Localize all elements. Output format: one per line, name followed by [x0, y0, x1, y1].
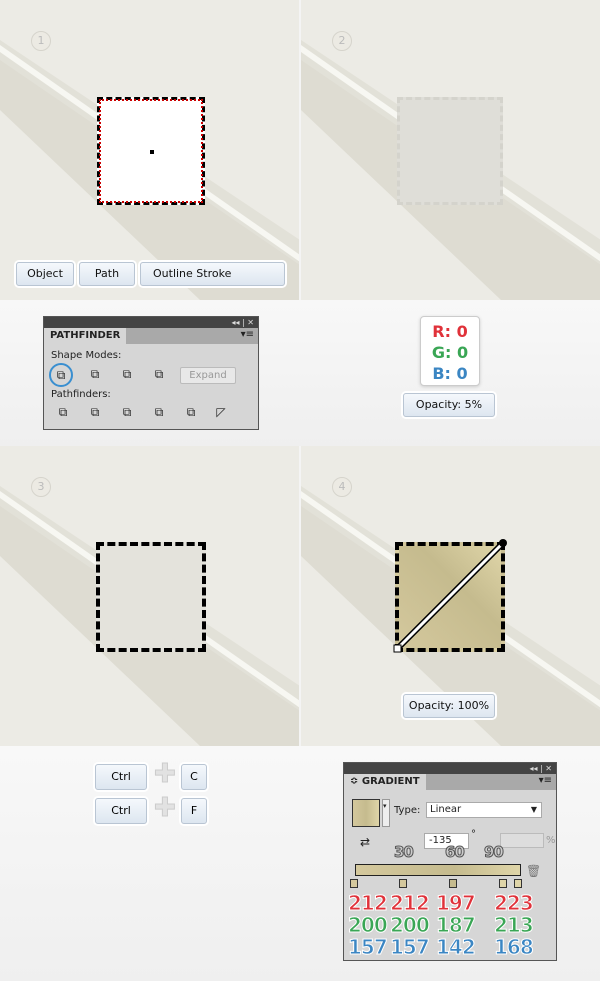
opacity-label: Opacity: 100%	[403, 694, 495, 718]
plus-icon: ✚	[154, 793, 177, 824]
stop-2-red: 212	[390, 891, 431, 916]
midpoint-label: 30	[394, 843, 415, 862]
panel-menu-icon[interactable]: ▾≡	[539, 775, 552, 786]
c-key: C	[181, 764, 207, 790]
outline-icon[interactable]: ⧉	[184, 405, 198, 419]
stop-2-green: 200	[390, 913, 431, 938]
plus-icon: ✚	[154, 759, 177, 790]
color-stop[interactable]	[399, 879, 407, 888]
intersect-icon[interactable]: ⧉	[120, 367, 134, 381]
copied-square[interactable]	[96, 542, 206, 652]
step-number: 3	[31, 477, 51, 497]
color-stop[interactable]	[499, 879, 507, 888]
stop-4-red: 223	[494, 891, 535, 916]
blue-value: B: 0	[432, 364, 468, 383]
step-4-canvas: 4 Opacity: 100%	[301, 446, 600, 746]
stop-1-red: 212	[348, 891, 389, 916]
shape-modes-label: Shape Modes:	[51, 350, 122, 361]
gradient-tab[interactable]: ≎ GRADIENT	[344, 774, 426, 790]
object-menu-button[interactable]: Object	[16, 262, 74, 286]
stop-2-blue: 157	[390, 935, 431, 960]
red-value: R: 0	[432, 322, 468, 341]
swatch-dropdown[interactable]: ▾	[382, 799, 390, 827]
rgb-values-box: R: 0 G: 0 B: 0	[420, 316, 480, 386]
color-stop[interactable]	[514, 879, 522, 888]
path-menu-button[interactable]: Path	[79, 262, 135, 286]
type-select[interactable]: Linear ▼	[426, 802, 542, 818]
crop-icon[interactable]: ⧉	[152, 405, 166, 419]
expand-button[interactable]: Expand	[180, 367, 236, 384]
faded-square	[397, 97, 503, 205]
step-2-canvas: 2	[301, 0, 600, 300]
step-number: 1	[31, 31, 51, 51]
stop-4-green: 213	[494, 913, 535, 938]
stop-4-blue: 168	[494, 935, 535, 960]
stop-3-green: 187	[436, 913, 477, 938]
trim-icon[interactable]: ⧉	[88, 405, 102, 419]
pathfinders-label: Pathfinders:	[51, 389, 111, 400]
gradient-slider[interactable]	[355, 864, 521, 876]
stop-1-blue: 157	[348, 935, 389, 960]
type-value: Linear	[430, 804, 462, 815]
stop-1-green: 200	[348, 913, 389, 938]
pathfinder-panel: ◂◂ | ✕ PATHFINDER ▾≡ Shape Modes: ⧉ ⧉ ⧉ ⧉…	[43, 316, 259, 430]
unite-icon: ⧉	[56, 368, 66, 382]
pathfinder-tab[interactable]: PATHFINDER	[44, 328, 127, 344]
aspect-ratio-input[interactable]	[500, 833, 544, 848]
panel-controls[interactable]: ◂◂ | ✕	[44, 317, 258, 328]
gradient-swatch[interactable]	[352, 799, 380, 827]
merge-icon[interactable]: ⧉	[120, 405, 134, 419]
type-label: Type:	[394, 805, 421, 816]
minus-front-icon[interactable]: ⧉	[88, 367, 102, 381]
unite-button[interactable]: ⧉	[49, 363, 73, 387]
percent-label: %	[546, 835, 556, 846]
step-number: 2	[332, 31, 352, 51]
panel-controls[interactable]: ◂◂ | ✕	[344, 763, 556, 774]
selected-square[interactable]	[97, 97, 205, 205]
opacity-label: Opacity: 5%	[403, 393, 495, 417]
trash-icon[interactable]: 🗑	[526, 864, 541, 878]
chevron-down-icon: ▼	[530, 805, 537, 814]
step-3-canvas: 3	[0, 446, 299, 746]
gradient-panel: ◂◂ | ✕ ≎ GRADIENT ▾≡ ▾ Type: Linear ▼ ⇄ -1…	[343, 762, 557, 961]
degree-symbol: °	[471, 829, 476, 840]
midpoint-label: 60	[445, 843, 466, 862]
exclude-icon[interactable]: ⧉	[152, 367, 166, 381]
reverse-gradient-icon[interactable]: ⇄	[358, 835, 372, 849]
stop-3-red: 197	[436, 891, 477, 916]
minus-back-icon[interactable]: ◸	[214, 405, 228, 419]
ctrl-key: Ctrl	[95, 764, 147, 790]
outline-stroke-menu-button[interactable]: Outline Stroke	[140, 262, 285, 286]
ctrl-key: Ctrl	[95, 798, 147, 824]
divide-icon[interactable]: ⧉	[56, 405, 70, 419]
stop-3-blue: 142	[436, 935, 477, 960]
color-stop[interactable]	[449, 879, 457, 888]
f-key: F	[181, 798, 207, 824]
color-stop[interactable]	[350, 879, 358, 888]
green-value: G: 0	[431, 343, 469, 362]
panel-menu-icon[interactable]: ▾≡	[241, 329, 254, 340]
midpoint-label: 90	[484, 843, 505, 862]
step-1-canvas: 1 Object Path Outline Stroke	[0, 0, 299, 300]
